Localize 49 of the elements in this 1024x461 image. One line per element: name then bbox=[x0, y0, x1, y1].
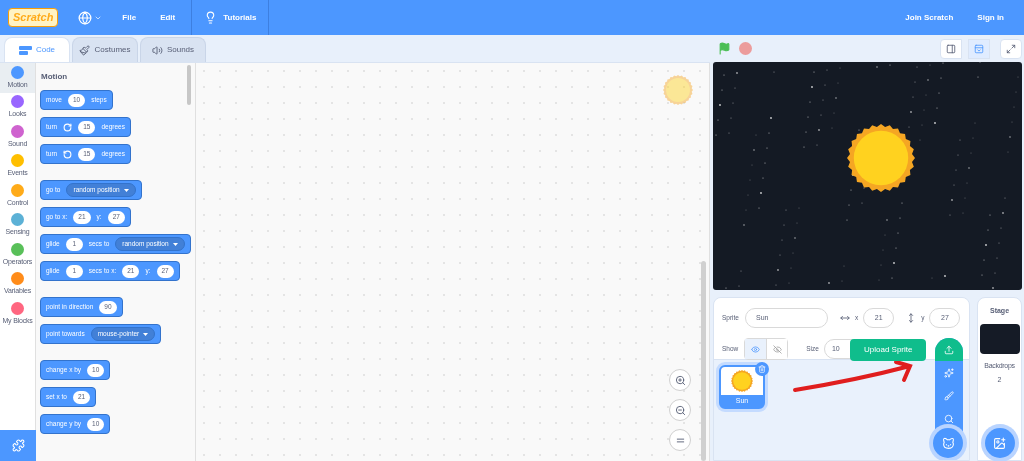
horizontal-arrows-icon bbox=[840, 313, 850, 323]
search-icon bbox=[944, 413, 954, 424]
eye-slash-icon bbox=[772, 344, 782, 354]
caret-icon bbox=[172, 242, 178, 246]
choose-backdrop-button[interactable] bbox=[984, 428, 1015, 458]
upload-sprite-tooltip: Upload Sprite bbox=[850, 339, 927, 361]
caret-icon bbox=[143, 332, 149, 336]
rotate-clockwise-icon bbox=[63, 122, 73, 132]
add-extension-button[interactable] bbox=[0, 430, 36, 461]
zoom-in-icon bbox=[674, 374, 686, 386]
reset-zoom-button[interactable] bbox=[669, 429, 691, 451]
brush-icon bbox=[944, 390, 954, 401]
choose-sprite-button[interactable] bbox=[933, 428, 963, 458]
flag-icon bbox=[717, 42, 731, 55]
small-stage-icon bbox=[946, 43, 956, 54]
hide-button[interactable] bbox=[766, 339, 788, 359]
zoom-out-icon bbox=[674, 404, 686, 416]
editor-tab[interactable]: Sounds bbox=[140, 37, 206, 62]
speaker-icon bbox=[151, 44, 163, 56]
stage-mode-button[interactable] bbox=[1000, 38, 1022, 59]
globe-icon bbox=[78, 10, 93, 25]
extension-icon bbox=[11, 439, 25, 452]
editor-tab[interactable]: Costumes bbox=[72, 37, 138, 62]
fullscreen-icon bbox=[1006, 43, 1016, 54]
sprite-thumbnail-icon bbox=[663, 75, 693, 105]
rotate-counterclockwise-icon bbox=[63, 149, 73, 159]
delete-button[interactable] bbox=[755, 362, 769, 376]
image-plus-icon bbox=[993, 436, 1006, 450]
caret-icon bbox=[123, 188, 129, 192]
upload-icon bbox=[944, 344, 954, 355]
palette-heading: Motion bbox=[41, 71, 68, 83]
large-stage-icon bbox=[974, 43, 984, 54]
sun-sprite bbox=[847, 124, 915, 192]
scrollbar[interactable] bbox=[187, 65, 191, 105]
show-button[interactable] bbox=[745, 339, 767, 359]
scrollbar[interactable] bbox=[701, 261, 706, 461]
stage-mode-button[interactable] bbox=[940, 38, 962, 59]
trash-icon bbox=[758, 365, 766, 373]
zoom-in-button[interactable] bbox=[669, 369, 691, 391]
sparkle-icon bbox=[944, 367, 954, 378]
stop-button[interactable] bbox=[739, 42, 752, 55]
sun-thumbnail bbox=[731, 370, 753, 392]
zoom-out-button[interactable] bbox=[669, 399, 691, 421]
eye-icon bbox=[751, 344, 761, 354]
backdrop-thumbnail[interactable] bbox=[979, 324, 1020, 354]
cat-icon bbox=[941, 436, 955, 450]
brush-icon bbox=[79, 44, 91, 56]
stage-mode-button[interactable] bbox=[968, 38, 990, 59]
code-blocks-icon bbox=[18, 45, 32, 55]
